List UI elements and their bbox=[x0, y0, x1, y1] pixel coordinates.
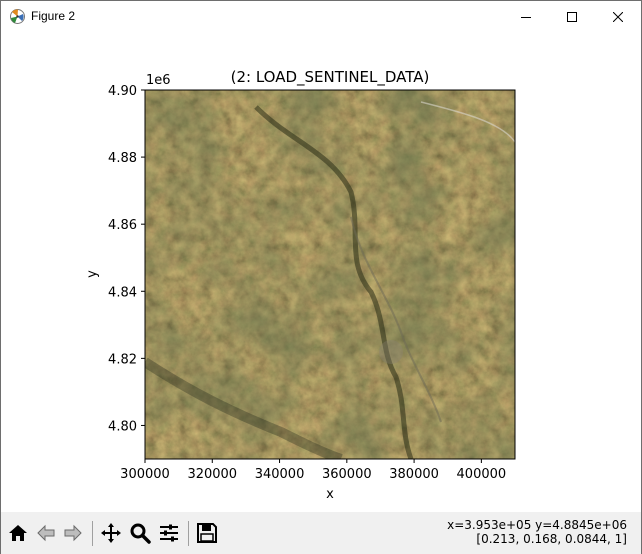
cursor-coordinates: x=3.953e+05 y=4.8845e+06 [0.213, 0.168, … bbox=[447, 518, 627, 546]
y-tick-label: 4.88 bbox=[108, 151, 137, 166]
save-button[interactable] bbox=[194, 520, 220, 546]
pan-icon bbox=[101, 523, 121, 543]
close-button[interactable] bbox=[595, 1, 641, 32]
x-tick-label: 400000 bbox=[457, 467, 507, 482]
matplotlib-app-icon bbox=[10, 9, 25, 24]
x-axis-label: x bbox=[326, 487, 334, 502]
home-icon bbox=[9, 525, 27, 541]
coords-pixel-value: [0.213, 0.168, 0.0844, 1] bbox=[476, 532, 627, 546]
satellite-image bbox=[145, 90, 515, 459]
forward-icon bbox=[64, 524, 82, 542]
minimize-button[interactable] bbox=[503, 1, 549, 32]
y-tick-label: 4.84 bbox=[108, 285, 137, 300]
maximize-icon bbox=[567, 11, 577, 22]
figure-window: Figure 2 (2: LOAD_SENTINEL_DATA) 300000 … bbox=[0, 0, 642, 554]
y-tick-label: 4.82 bbox=[108, 352, 137, 367]
back-button[interactable] bbox=[33, 520, 59, 546]
x-ticks: 300000 320000 340000 360000 380000 400000 bbox=[120, 459, 506, 482]
plot-svg[interactable]: (2: LOAD_SENTINEL_DATA) 300000 320000 3400… bbox=[1, 32, 641, 510]
navigation-toolbar: x=3.953e+05 y=4.8845e+06 [0.213, 0.168, … bbox=[1, 512, 641, 554]
plot-title: (2: LOAD_SENTINEL_DATA) bbox=[231, 68, 430, 87]
x-tick-label: 380000 bbox=[389, 467, 439, 482]
save-icon bbox=[197, 523, 217, 543]
x-tick-label: 360000 bbox=[322, 467, 372, 482]
toolbar-separator bbox=[92, 521, 93, 546]
forward-button[interactable] bbox=[60, 520, 86, 546]
x-tick-label: 320000 bbox=[187, 467, 237, 482]
y-axis-label: y bbox=[85, 270, 100, 278]
x-tick-label: 340000 bbox=[255, 467, 305, 482]
y-tick-label: 4.80 bbox=[108, 419, 137, 434]
close-icon bbox=[613, 11, 623, 22]
window-title: Figure 2 bbox=[31, 9, 76, 23]
figure-canvas[interactable]: (2: LOAD_SENTINEL_DATA) 300000 320000 3400… bbox=[1, 32, 641, 510]
minimize-icon bbox=[521, 16, 531, 18]
y-ticks: 4.80 4.82 4.84 4.86 4.88 4.90 bbox=[108, 84, 145, 434]
y-tick-label: 4.90 bbox=[108, 84, 137, 99]
configure-subplots-button[interactable] bbox=[156, 520, 182, 546]
toolbar-separator bbox=[188, 521, 189, 546]
zoom-button[interactable] bbox=[127, 520, 153, 546]
x-tick-label: 300000 bbox=[120, 467, 170, 482]
configure-subplots-icon bbox=[160, 524, 178, 542]
maximize-button[interactable] bbox=[549, 1, 595, 32]
pan-button[interactable] bbox=[98, 520, 124, 546]
zoom-icon bbox=[130, 523, 151, 544]
back-icon bbox=[37, 524, 55, 542]
y-offset-label: 1e6 bbox=[146, 73, 171, 88]
home-button[interactable] bbox=[5, 520, 31, 546]
coords-xy: x=3.953e+05 y=4.8845e+06 bbox=[447, 518, 627, 532]
title-bar[interactable]: Figure 2 bbox=[1, 1, 641, 32]
y-tick-label: 4.86 bbox=[108, 218, 137, 233]
